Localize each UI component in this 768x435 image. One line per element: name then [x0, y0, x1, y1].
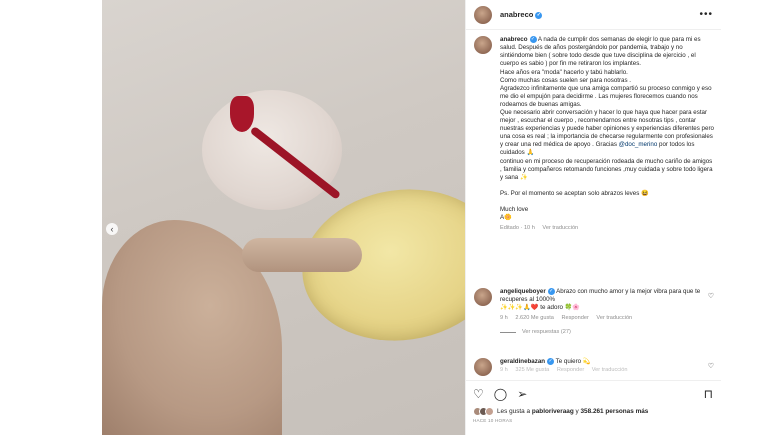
- verified-icon: ✓: [547, 358, 555, 365]
- translate-link[interactable]: Ver traducción: [592, 367, 628, 373]
- comment-likes[interactable]: 2.620 Me gusta: [515, 315, 554, 321]
- comment-text: geraldinebazan ✓ Te quiero 💫: [500, 358, 591, 366]
- bookmark-icon[interactable]: ⊓: [704, 388, 713, 400]
- carousel-prev-icon[interactable]: ‹: [106, 223, 118, 235]
- likes-text: Les gusta a pabloriveraag y 358.261 pers…: [497, 408, 649, 415]
- post-username[interactable]: anabreco ✓: [500, 10, 543, 19]
- post-header: anabreco ✓ •••: [466, 0, 721, 30]
- avatar[interactable]: [474, 5, 492, 24]
- verified-icon: ✓: [535, 11, 543, 19]
- avatar[interactable]: [474, 288, 492, 306]
- comment-like-heart-icon[interactable]: ♡: [708, 362, 714, 370]
- heart-icon[interactable]: ♡: [473, 388, 484, 400]
- share-icon[interactable]: ➢: [517, 388, 527, 400]
- comment-text: angeliqueboyer ✓ Abrazo con mucho amor y …: [500, 288, 701, 312]
- caption: anabreco ✓ A nada de cumplir dos semanas …: [474, 36, 714, 231]
- avatar: [485, 407, 494, 416]
- comment-time: 9 h: [500, 367, 508, 374]
- translate-link[interactable]: Ver traducción: [542, 225, 578, 231]
- caption-meta: Editado · 10 h Ver traducción: [500, 225, 714, 231]
- reply-button[interactable]: Responder: [557, 367, 584, 373]
- more-options-icon[interactable]: •••: [699, 9, 713, 20]
- mention-link[interactable]: @doc_merino: [619, 141, 658, 148]
- liker-username[interactable]: pabloriveraag: [532, 408, 574, 415]
- translate-link[interactable]: Ver traducción: [596, 315, 632, 321]
- action-icons: ♡ ◯ ➢ ⊓: [473, 387, 713, 401]
- post-timestamp: HACE 10 HORAS: [473, 418, 513, 423]
- reply-button[interactable]: Responder: [561, 315, 588, 321]
- post-sidebar: anabreco ✓ ••• anabreco ✓ A nada de cumpli…: [465, 0, 721, 435]
- post-image[interactable]: ‹: [102, 0, 465, 435]
- caption-text: anabreco ✓ A nada de cumplir dos semanas …: [500, 36, 714, 222]
- comment-username[interactable]: angeliqueboyer: [500, 288, 546, 295]
- thumb: [242, 238, 362, 272]
- post-actions: ♡ ◯ ➢ ⊓ Les gusta a pabloriveraag y 358.…: [465, 380, 721, 423]
- verified-icon: ✓: [529, 36, 537, 43]
- comment-meta: 9 h 2.620 Me gusta Responder Ver traducc…: [500, 315, 714, 321]
- caption-username[interactable]: anabreco: [500, 36, 528, 43]
- comment: geraldinebazan ✓ Te quiero 💫 9 h 325 Me g…: [474, 358, 714, 376]
- view-replies[interactable]: Ver respuestas (27): [500, 329, 714, 335]
- comment-time: 9 h: [500, 315, 508, 322]
- drain-fluid: [230, 96, 254, 132]
- comment-icon[interactable]: ◯: [494, 388, 507, 400]
- comment-like-heart-icon[interactable]: ♡: [708, 292, 714, 300]
- comment-username[interactable]: geraldinebazan: [500, 358, 545, 365]
- avatar[interactable]: [474, 358, 492, 376]
- comment-likes[interactable]: 325 Me gusta: [515, 367, 549, 373]
- comment: angeliqueboyer ✓ Abrazo con mucho amor y …: [474, 288, 714, 335]
- avatar[interactable]: [474, 36, 492, 54]
- replies-divider: [500, 331, 516, 333]
- likes-count[interactable]: 358.261 personas más: [581, 408, 649, 415]
- verified-icon: ✓: [547, 288, 555, 295]
- edited-label: Editado · 10 h: [500, 225, 535, 232]
- comment-meta: 9 h 325 Me gusta Responder Ver traducció…: [500, 367, 714, 373]
- likes-summary: Les gusta a pabloriveraag y 358.261 pers…: [473, 407, 713, 416]
